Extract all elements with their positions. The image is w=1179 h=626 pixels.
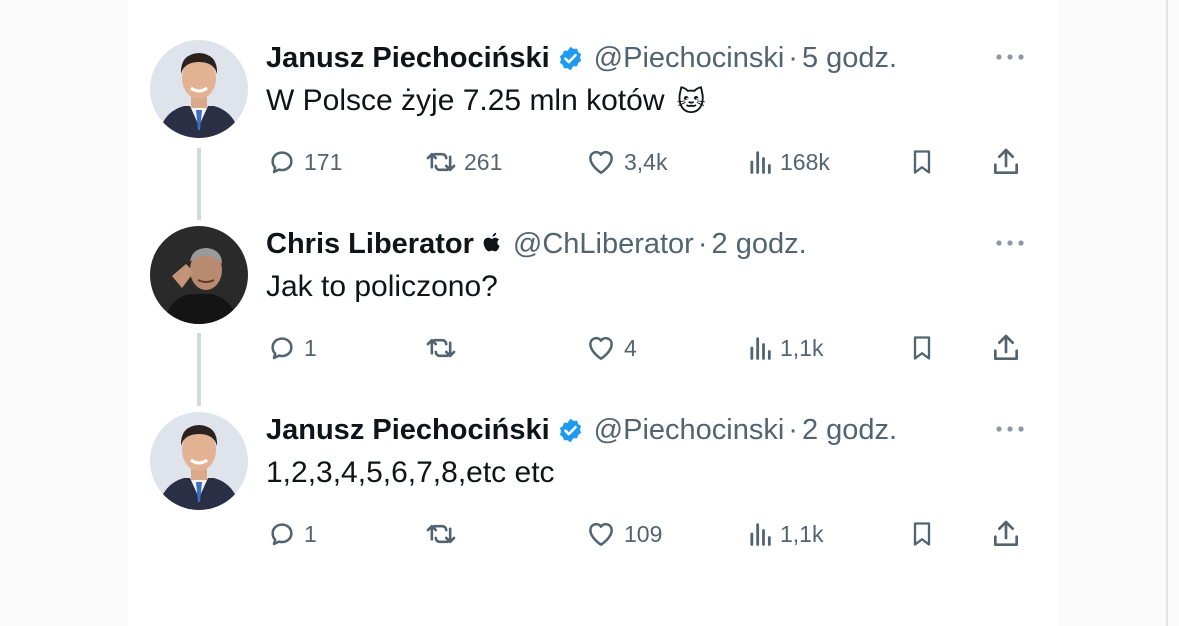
tweet-text: 1,2,3,4,5,6,7,8,etc etc (266, 456, 555, 490)
timestamp[interactable]: 2 godz. (802, 414, 897, 447)
views-count: 168k (780, 148, 830, 175)
like-button[interactable]: 109 (584, 514, 662, 554)
heart-icon (589, 336, 613, 360)
apple-icon (481, 231, 503, 257)
share-button[interactable] (990, 328, 1022, 368)
tweet-actions: 1 4 1,1k (266, 328, 1026, 368)
tweet-text-content: 1,2,3,4,5,6,7,8,etc etc (266, 456, 555, 489)
more-options-icon[interactable] (994, 50, 1026, 68)
reply-button[interactable]: 171 (266, 142, 342, 182)
like-button[interactable]: 3,4k (584, 142, 667, 182)
author-name[interactable]: Chris Liberator (266, 228, 474, 261)
bookmark-icon (913, 150, 931, 174)
reply-count: 1 (304, 520, 317, 547)
tweet-text-content: Jak to policzono? (266, 270, 498, 303)
verified-badge-icon (557, 45, 584, 72)
author-name[interactable]: Janusz Piechociński (266, 414, 550, 447)
cat-emoji: 🐱 (676, 85, 706, 117)
share-icon (994, 148, 1018, 174)
retweet-icon (426, 524, 456, 544)
share-button[interactable] (990, 514, 1022, 554)
bookmark-button[interactable] (908, 142, 936, 182)
thread-line (197, 148, 201, 220)
views-button[interactable]: 168k (746, 142, 830, 182)
timestamp[interactable]: 2 godz. (712, 228, 807, 261)
avatar[interactable] (150, 40, 248, 138)
views-bar-icon (750, 337, 771, 360)
share-icon (994, 520, 1018, 546)
like-count: 4 (624, 334, 637, 361)
tweet-text-content: W Polsce żyje 7.25 mln kotów (266, 84, 665, 117)
avatar[interactable] (150, 412, 248, 510)
like-count: 109 (624, 520, 663, 547)
retweet-button[interactable]: 261 (424, 142, 502, 182)
tweet-actions: 171 261 3,4k 168k (266, 142, 1026, 182)
views-bar-icon (750, 151, 771, 174)
author-handle[interactable]: @Piechocinski (594, 414, 785, 447)
views-button[interactable]: 1,1k (746, 328, 823, 368)
like-button[interactable]: 4 (584, 328, 637, 368)
bookmark-icon (913, 522, 931, 546)
share-button[interactable] (990, 142, 1022, 182)
separator-dot: · (788, 413, 798, 446)
reply-count: 171 (304, 148, 343, 175)
heart-icon (589, 150, 613, 174)
reply-icon (271, 151, 293, 174)
timestamp[interactable]: 5 godz. (802, 42, 897, 75)
tweet-actions: 1 109 1,1k (266, 514, 1026, 554)
more-options-icon[interactable] (994, 236, 1026, 254)
retweet-count: 261 (464, 148, 503, 175)
avatar[interactable] (150, 226, 248, 324)
like-count: 3,4k (624, 148, 668, 175)
reply-icon (271, 523, 293, 546)
tweet-header: Chris Liberator @ChLiberator · 2 godz. (266, 224, 807, 264)
heart-icon (589, 522, 613, 546)
author-handle[interactable]: @ChLiberator (513, 228, 694, 261)
reply-button[interactable]: 1 (266, 328, 317, 368)
author-handle[interactable]: @Piechocinski (594, 42, 785, 75)
tweet-text: Jak to policzono? (266, 270, 498, 304)
retweet-button[interactable] (424, 514, 464, 554)
views-bar-icon (750, 523, 771, 546)
tweet-header: Janusz Piechociński @Piechocinski · 5 go… (266, 38, 897, 78)
retweet-button[interactable] (424, 328, 464, 368)
more-options-icon[interactable] (994, 422, 1026, 440)
bookmark-icon (913, 336, 931, 360)
views-count: 1,1k (780, 520, 824, 547)
separator-dot: · (697, 227, 708, 260)
bookmark-button[interactable] (908, 514, 936, 554)
views-button[interactable]: 1,1k (746, 514, 823, 554)
retweet-icon (426, 152, 456, 172)
separator-dot: · (788, 41, 798, 74)
column-border (1166, 0, 1168, 626)
thread-line (197, 333, 201, 406)
reply-count: 1 (304, 334, 317, 361)
reply-button[interactable]: 1 (266, 514, 317, 554)
retweet-icon (426, 338, 456, 358)
bookmark-button[interactable] (908, 328, 936, 368)
share-icon (994, 334, 1018, 360)
tweet-text: W Polsce żyje 7.25 mln kotów 🐱 (266, 84, 706, 118)
reply-icon (271, 337, 293, 360)
verified-badge-icon (557, 417, 584, 444)
author-name[interactable]: Janusz Piechociński (266, 42, 550, 75)
tweet-header: Janusz Piechociński @Piechocinski · 2 go… (266, 410, 897, 450)
views-count: 1,1k (780, 334, 824, 361)
